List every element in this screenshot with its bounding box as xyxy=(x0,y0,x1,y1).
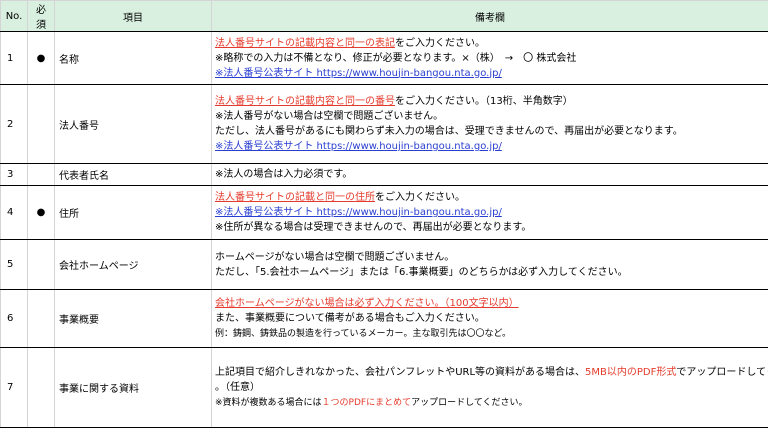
note-line: ※法人の場合は入力必須です。 xyxy=(215,167,764,182)
note-text: ただし、「5.会社ホームページ」または「6.事業概要」のどちらかは必ず入力してく… xyxy=(215,266,628,278)
row-number: 5 xyxy=(0,239,28,290)
note-line: ホームページがない場合は空欄で問題ございません。 xyxy=(215,250,764,265)
row-number: 1 xyxy=(0,31,28,85)
table-row: 7 事業に関する資料 上記項目で紹介しきれなかった、会社パンフレットやURL等の資料… xyxy=(0,347,768,428)
table-body: 1 ● 名称 法人番号サイトの記載内容と同一の表記をご入力ください。 ※略称での入力は不… xyxy=(0,31,768,428)
required-mark xyxy=(27,289,55,348)
note-text: ※住所が異なる場合は受理できませんので、再届出が必要となります。 xyxy=(215,222,532,233)
note-cell: 会社ホームページがない場合は必ず入力ください。（100文字以内） また、事業概要に… xyxy=(211,289,768,348)
item-name: 住所 xyxy=(54,185,212,240)
note-line: また、事業概要について備考がある場合もご入力ください。 xyxy=(215,311,764,326)
row-number: 2 xyxy=(0,84,28,164)
item-name: 事業に関する資料 xyxy=(54,347,212,428)
note-text: 。（任意） xyxy=(215,381,260,393)
note-text: また、事業概要について備考がある場合もご入力ください。 xyxy=(215,312,485,324)
header-row: No. 必須 項目 備考欄 xyxy=(0,0,768,32)
note-text: 上記項目で紹介しきれなかった、会社パンフレットやURL等の資料がある場合は、 xyxy=(215,366,586,378)
header-item: 項目 xyxy=(54,0,212,32)
item-name: 法人番号 xyxy=(54,84,212,164)
note-text: をご入力ください。 xyxy=(375,192,465,203)
note-line: ※法人番号公表サイト https://www.houjin-bangou.nta… xyxy=(215,66,764,81)
note-line: 法人番号サイトの記載内容と同一の番号をご入力ください。（13桁、半角数字） xyxy=(215,94,764,109)
note-text: 5MB以内のPDF形式 xyxy=(585,366,677,378)
row-number: 6 xyxy=(0,289,28,348)
note-text: アップロードしてください。 xyxy=(411,397,528,408)
note-line: ※法人番号がない場合は空欄で問題ございません。 xyxy=(215,109,764,124)
note-cell: 法人番号サイトの記載内容と同一の表記をご入力ください。 ※略称での入力は不備となり… xyxy=(211,31,768,85)
note-cell: 上記項目で紹介しきれなかった、会社パンフレットやURL等の資料がある場合は、5M… xyxy=(211,347,768,428)
note-line: ※略称での入力は不備となり、修正が必要となります。×（株） → 〇 株式会社 xyxy=(215,51,764,66)
note-text: ただし、法人番号があるにも関わらず未入力の場合は、受理できませんので、再届出が必… xyxy=(215,126,683,137)
row-number: 3 xyxy=(0,163,28,186)
required-mark xyxy=(27,347,55,428)
note-cell: 法人番号サイトの記載内容と同一の番号をご入力ください。（13桁、半角数字） ※法人… xyxy=(211,84,768,164)
note-line: 法人番号サイトの記載と同一の住所をご入力ください。 xyxy=(215,190,764,205)
note-text: 法人番号サイトの記載内容と同一の番号 xyxy=(215,96,395,107)
table-row: 3 代表者氏名 ※法人の場合は入力必須です。 xyxy=(0,163,768,186)
note-text: ※法人番号がない場合は空欄で問題ございません。 xyxy=(215,111,444,122)
note-line: 上記項目で紹介しきれなかった、会社パンフレットやURL等の資料がある場合は、5M… xyxy=(215,365,768,380)
required-mark xyxy=(27,84,55,164)
table-row: 6 事業概要 会社ホームページがない場合は必ず入力ください。（100文字以内） また、… xyxy=(0,289,768,348)
note-line: ※法人番号公表サイト https://www.houjin-bangou.nta… xyxy=(215,205,764,220)
note-text: ※資料が複数ある場合には xyxy=(215,397,322,408)
note-text: をご入力ください。（13桁、半角数字） xyxy=(395,96,573,107)
header-no: No. xyxy=(0,0,28,32)
note-text: １つのPDFにまとめて xyxy=(321,397,412,408)
note-line: ただし、「5.会社ホームページ」または「6.事業概要」のどちらかは必ず入力してく… xyxy=(215,265,764,280)
required-mark xyxy=(27,239,55,290)
note-line: 例：鋳鋼、鋳鉄品の製造を行っているメーカー。主な取引先は〇〇など。 xyxy=(215,326,764,342)
houjin-bangou-link[interactable]: ※法人番号公表サイト https://www.houjin-bangou.nta… xyxy=(215,141,502,152)
note-cell: 法人番号サイトの記載と同一の住所をご入力ください。 ※法人番号公表サイト http… xyxy=(211,185,768,240)
note-text: 会社ホームページがない場合は必ず入力ください。（100文字以内） xyxy=(215,297,519,309)
required-mark xyxy=(27,163,55,186)
table-row: 2 法人番号 法人番号サイトの記載内容と同一の番号をご入力ください。（13桁、半角数… xyxy=(0,84,768,164)
header-required: 必須 xyxy=(27,0,55,32)
item-name: 事業概要 xyxy=(54,289,212,348)
note-line: 。（任意） xyxy=(215,380,764,395)
item-name: 名称 xyxy=(54,31,212,85)
row-number: 4 xyxy=(0,185,28,240)
note-cell: ※法人の場合は入力必須です。 xyxy=(211,163,768,186)
note-text: をご入力ください。 xyxy=(395,37,485,49)
table-row: 1 ● 名称 法人番号サイトの記載内容と同一の表記をご入力ください。 ※略称での入力は不… xyxy=(0,31,768,85)
note-line: ただし、法人番号があるにも関わらず未入力の場合は、受理できませんので、再届出が必… xyxy=(215,124,764,139)
note-text: ホームページがない場合は空欄で問題ございません。 xyxy=(215,251,455,263)
houjin-bangou-link[interactable]: ※法人番号公表サイト https://www.houjin-bangou.nta… xyxy=(215,207,502,218)
note-cell: ホームページがない場合は空欄で問題ございません。ただし、「5.会社ホームページ」… xyxy=(211,239,768,290)
required-mark: ● xyxy=(27,31,55,85)
note-text: ※略称での入力は不備となり、修正が必要となります。×（株） → 〇 株式会社 xyxy=(215,52,577,64)
note-text: 法人番号サイトの記載内容と同一の表記 xyxy=(215,37,395,49)
note-text: 法人番号サイトの記載と同一の住所 xyxy=(215,192,375,203)
form-guide-table: No. 必須 項目 備考欄 1 ● 名称 法人番号サイトの記載内容と同一の表記をご入力… xyxy=(0,0,768,428)
required-mark: ● xyxy=(27,185,55,240)
item-name: 代表者氏名 xyxy=(54,163,212,186)
note-line: ※資料が複数ある場合には１つのPDFにまとめてアップロードしてください。 xyxy=(215,395,764,411)
note-line: ※住所が異なる場合は受理できませんので、再届出が必要となります。 xyxy=(215,220,764,235)
note-line: 法人番号サイトの記載内容と同一の表記をご入力ください。 xyxy=(215,36,764,51)
note-line: 会社ホームページがない場合は必ず入力ください。（100文字以内） xyxy=(215,296,764,311)
row-number: 7 xyxy=(0,347,28,428)
houjin-bangou-link[interactable]: ※法人番号公表サイト https://www.houjin-bangou.nta… xyxy=(215,68,502,79)
item-name: 会社ホームページ xyxy=(54,239,212,290)
note-line: ※法人番号公表サイト https://www.houjin-bangou.nta… xyxy=(215,139,764,154)
note-text: ※法人の場合は入力必須です。 xyxy=(215,169,353,180)
note-text: でアップロードしてください xyxy=(676,366,767,378)
note-text: 例：鋳鋼、鋳鉄品の製造を行っているメーカー。主な取引先は〇〇など。 xyxy=(215,328,512,339)
header-note: 備考欄 xyxy=(211,0,768,32)
table-row: 4 ● 住所 法人番号サイトの記載と同一の住所をご入力ください。 ※法人番号公表サイト … xyxy=(0,185,768,240)
table-row: 5 会社ホームページ ホームページがない場合は空欄で問題ございません。ただし、「5.… xyxy=(0,239,768,290)
